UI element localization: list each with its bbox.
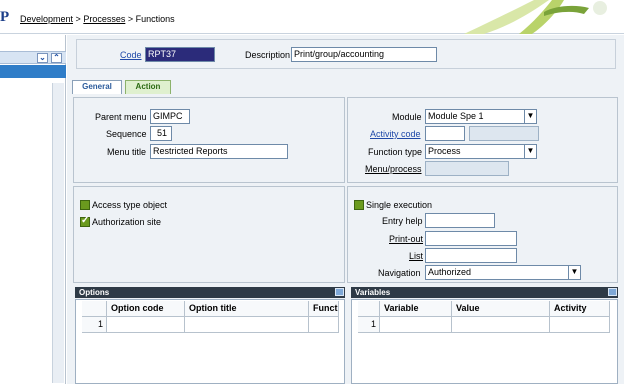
main-panel: Code RPT37 Description Print/group/accou… (67, 35, 624, 384)
options-grid: Option code Option title Funct 1 (75, 299, 345, 384)
sequence-label: Sequence (106, 129, 147, 139)
code-label[interactable]: Code (120, 50, 142, 60)
activity-code-field[interactable] (425, 126, 465, 141)
tab-action[interactable]: Action (125, 80, 171, 94)
chevron-down-icon[interactable]: ▼ (524, 110, 536, 123)
description-label: Description (245, 50, 291, 60)
sequence-field[interactable]: 51 (150, 126, 172, 141)
top-bar: P Development > Processes > Functions (0, 0, 624, 34)
list-label[interactable]: List (409, 251, 423, 261)
function-type-value: Process (428, 146, 461, 156)
left-sidebar: ⌄ ⌃ (0, 35, 66, 384)
breadcrumb-development[interactable]: Development (20, 14, 73, 24)
access-type-label: Access type object (92, 200, 168, 210)
column-header-value[interactable]: Value (452, 301, 550, 317)
breadcrumb-processes[interactable]: Processes (83, 14, 125, 24)
print-out-label[interactable]: Print-out (389, 234, 423, 244)
menu-process-label[interactable]: Menu/process (365, 164, 422, 174)
grid-corner (358, 301, 380, 317)
column-header-variable[interactable]: Variable (380, 301, 452, 317)
chevron-down-icon[interactable]: ▼ (524, 145, 536, 158)
general-left-pane: Parent menu GIMPC Sequence 51 Menu title… (73, 97, 345, 183)
single-execution-label: Single execution (366, 200, 433, 210)
module-label: Module (392, 112, 422, 122)
activity-code-label[interactable]: Activity code (370, 129, 421, 139)
entry-help-field[interactable] (425, 213, 495, 228)
parent-menu-field[interactable]: GIMPC (150, 109, 190, 124)
row-number: 1 (358, 317, 380, 333)
general-right-pane: Module Module Spe 1 ▼ Activity code Func… (347, 97, 618, 183)
tab-general[interactable]: General (72, 80, 122, 94)
parent-menu-label: Parent menu (95, 112, 147, 122)
module-select[interactable]: Module Spe 1 ▼ (425, 109, 537, 124)
navigation-label: Navigation (378, 268, 421, 278)
menu-title-field[interactable]: Restricted Reports (150, 144, 288, 159)
row-number: 1 (82, 317, 107, 333)
variables-grid-header: Variables (351, 287, 618, 298)
breadcrumb: Development > Processes > Functions (20, 14, 175, 24)
variable-cell[interactable] (380, 317, 452, 333)
chevron-down-icon[interactable]: ▼ (568, 266, 580, 279)
access-type-checkbox[interactable] (80, 200, 90, 210)
column-header-function[interactable]: Funct (309, 301, 339, 317)
options-left-pane: Access type object Authorization site (73, 186, 345, 283)
menu-process-field (425, 161, 509, 176)
options-grid-title: Options (79, 288, 110, 297)
navigation-select[interactable]: Authorized ▼ (425, 265, 581, 280)
function-cell[interactable] (309, 317, 339, 333)
code-field[interactable]: RPT37 (145, 47, 215, 62)
print-out-field[interactable] (425, 231, 517, 246)
app-logo-icon: P (0, 9, 10, 25)
authorization-site-checkbox[interactable] (80, 215, 90, 227)
authorization-site-label: Authorization site (92, 217, 162, 227)
breadcrumb-separator: > (127, 14, 134, 24)
option-title-cell[interactable] (185, 317, 309, 333)
variables-grid-title: Variables (355, 288, 391, 297)
options-grid-header: Options (75, 287, 345, 298)
activity-cell[interactable] (550, 317, 610, 333)
column-header-option-title[interactable]: Option title (185, 301, 309, 317)
expand-icon[interactable] (335, 288, 344, 296)
function-type-select[interactable]: Process ▼ (425, 144, 537, 159)
grid-corner (82, 301, 107, 317)
column-header-activity[interactable]: Activity (550, 301, 610, 317)
collapse-up-icon[interactable]: ⌃ (51, 53, 62, 63)
entry-help-label: Entry help (382, 216, 423, 226)
option-code-cell[interactable] (107, 317, 185, 333)
activity-code-description (469, 126, 539, 141)
module-select-value: Module Spe 1 (428, 111, 484, 121)
code-bar: Code RPT37 Description Print/group/accou… (76, 39, 616, 69)
breadcrumb-separator: > (75, 14, 81, 24)
menu-title-label: Menu title (107, 147, 147, 157)
description-field[interactable]: Print/group/accounting (291, 47, 437, 62)
collapse-down-icon[interactable]: ⌄ (37, 53, 48, 63)
options-right-pane: Single execution Entry help Print-out Li… (347, 186, 618, 283)
expand-icon[interactable] (608, 288, 617, 296)
variables-grid: Variable Value Activity 1 (351, 299, 618, 384)
single-execution-checkbox[interactable] (354, 200, 364, 210)
function-type-label: Function type (368, 147, 423, 157)
value-cell[interactable] (452, 317, 550, 333)
sidebar-scrollbar[interactable] (52, 83, 64, 383)
navigation-value: Authorized (428, 267, 472, 277)
list-field[interactable] (425, 248, 517, 263)
column-header-option-code[interactable]: Option code (107, 301, 185, 317)
sidebar-header: ⌄ ⌃ (0, 51, 66, 64)
breadcrumb-functions: Functions (135, 14, 175, 24)
header-decoration (464, 0, 607, 34)
sidebar-selected-band[interactable] (0, 65, 66, 78)
